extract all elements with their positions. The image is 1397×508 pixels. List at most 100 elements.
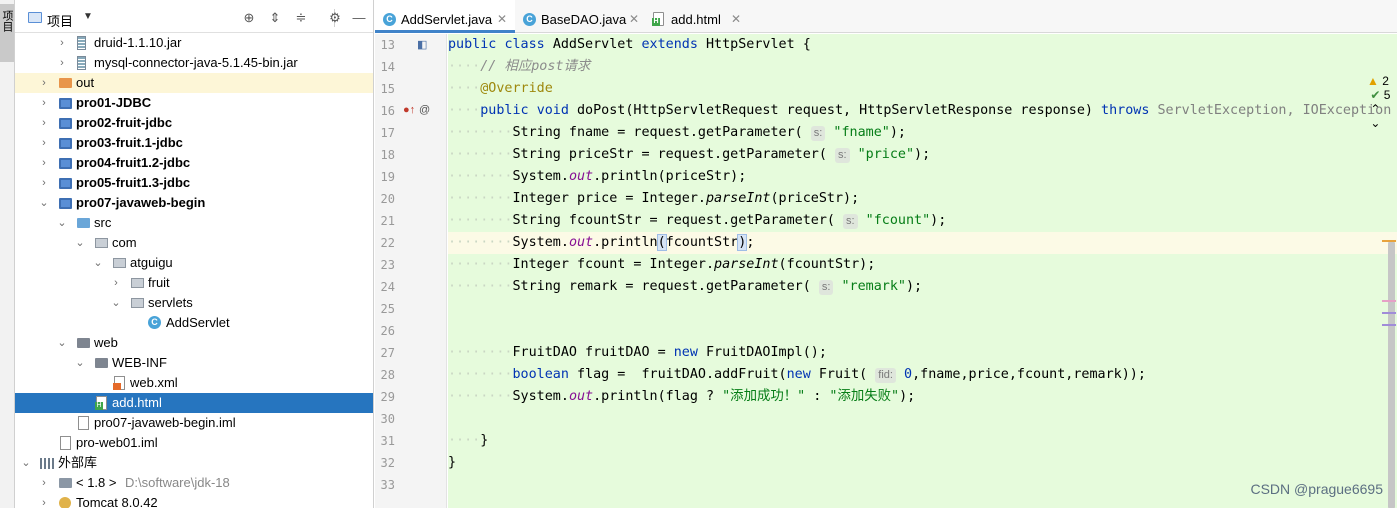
- code-static-field: out: [568, 235, 594, 250]
- code-token: throws: [1101, 103, 1150, 118]
- tree-item-tomcat[interactable]: › Tomcat 8.0.42: [15, 493, 373, 508]
- code-line-27: ········FruitDAO fruitDAO = new FruitDAO…: [448, 345, 827, 360]
- code-token: boolean: [512, 367, 569, 382]
- line-number: 15: [380, 82, 395, 96]
- tree-item-web[interactable]: ⌄ web: [15, 333, 373, 353]
- tree-item-label: mysql-connector-java-5.1.45-bin.jar: [94, 55, 298, 70]
- tree-item-pro01[interactable]: › pro01-JDBC: [15, 93, 373, 113]
- tree-item-atguigu[interactable]: ⌄ atguigu: [15, 253, 373, 273]
- tree-item-external-libraries[interactable]: ⌄ 外部库: [15, 453, 373, 473]
- project-view-selector[interactable]: 项目: [47, 11, 73, 30]
- tree-item-out[interactable]: › out: [15, 73, 373, 93]
- error-stripe-marker[interactable]: [1382, 324, 1396, 326]
- tree-item-mysql-jar[interactable]: › mysql-connector-java-5.1.45-bin.jar: [15, 53, 373, 73]
- implemented-gutter-icon[interactable]: ◧: [417, 38, 427, 51]
- code-line-32: }: [448, 452, 1397, 474]
- tree-item-add-html[interactable]: add.html: [15, 393, 373, 413]
- line-number: 24: [380, 280, 395, 294]
- code-line-17: ········String fname = request.getParame…: [448, 125, 906, 141]
- tree-item-label: com: [112, 235, 137, 250]
- chevron-right-icon[interactable]: ›: [38, 73, 50, 93]
- error-stripe-marker[interactable]: [1382, 240, 1396, 242]
- chevron-down-icon[interactable]: ⌄: [74, 233, 86, 253]
- chevron-right-icon[interactable]: ›: [56, 33, 68, 53]
- chevron-right-icon[interactable]: ›: [38, 473, 50, 493]
- code-token: String remark = request.getParameter(: [512, 279, 811, 294]
- collapse-all-icon[interactable]: ≑: [293, 10, 309, 26]
- code-token: (priceStr);: [770, 191, 860, 206]
- chevron-right-icon[interactable]: ›: [110, 273, 122, 293]
- tree-item-addservlet[interactable]: C AddServlet: [15, 313, 373, 333]
- tab-add-html[interactable]: add.html ✕: [645, 0, 755, 33]
- code-line-21: ········String fcountStr = request.getPa…: [448, 213, 947, 229]
- line-number: 33: [380, 478, 395, 492]
- tree-item-pro-web01-iml[interactable]: pro-web01.iml: [15, 433, 373, 453]
- chevron-down-icon[interactable]: ⌄: [56, 213, 68, 233]
- error-stripe-marker[interactable]: [1382, 312, 1396, 314]
- chevron-down-icon[interactable]: ⌄: [74, 353, 86, 373]
- override-up-arrow-icon[interactable]: ●↑: [403, 104, 415, 116]
- chevron-right-icon[interactable]: ›: [38, 133, 50, 153]
- locate-icon[interactable]: ⊕: [241, 10, 257, 26]
- tree-item-pro07-iml[interactable]: pro07-javaweb-begin.iml: [15, 413, 373, 433]
- tab-addservlet-java[interactable]: C AddServlet.java ✕: [375, 0, 515, 33]
- tree-item-label: Tomcat 8.0.42: [76, 495, 158, 508]
- jar-icon: [77, 56, 86, 70]
- tree-item-label: out: [76, 75, 95, 90]
- chevron-down-icon[interactable]: ⌄: [20, 453, 32, 473]
- line-number: 19: [380, 170, 395, 184]
- tab-label: add.html: [671, 12, 721, 27]
- code-token: {: [802, 37, 811, 52]
- tree-item-web-inf[interactable]: ⌄ WEB-INF: [15, 353, 373, 373]
- package-icon: [95, 238, 108, 248]
- editor-scrollbar[interactable]: [1382, 34, 1397, 508]
- tree-item-label: web: [94, 335, 118, 350]
- chevron-down-icon[interactable]: ⌄: [56, 333, 68, 353]
- tree-item-pro04[interactable]: › pro04-fruit1.2-jdbc: [15, 153, 373, 173]
- tree-item-com[interactable]: ⌄ com: [15, 233, 373, 253]
- chevron-right-icon[interactable]: ›: [38, 493, 50, 508]
- chevron-down-icon[interactable]: ⌄: [110, 293, 122, 313]
- chevron-right-icon[interactable]: ›: [38, 173, 50, 193]
- chevron-right-icon[interactable]: ›: [38, 93, 50, 113]
- chevron-down-icon[interactable]: ▼: [83, 11, 93, 22]
- tree-item-servlets[interactable]: ⌄ servlets: [15, 293, 373, 313]
- error-stripe-marker[interactable]: [1382, 300, 1396, 302]
- code-paren-match: (: [656, 234, 667, 251]
- project-tool-button[interactable]: 项目: [0, 4, 14, 62]
- tree-item-src[interactable]: ⌄ src: [15, 213, 373, 233]
- chevron-down-icon[interactable]: ⌄: [92, 253, 104, 273]
- gear-icon[interactable]: ⚙: [327, 10, 343, 26]
- line-number-gutter: 13 14 15 16 17 18 19 20 21 22 23 24 25 2…: [375, 34, 447, 508]
- chevron-down-icon[interactable]: ⌄: [1370, 116, 1380, 130]
- tree-item-druid-jar[interactable]: › druid-1.1.10.jar: [15, 33, 373, 53]
- code-token: ;: [746, 235, 755, 250]
- tree-item-fruit[interactable]: › fruit: [15, 273, 373, 293]
- module-icon: [59, 118, 72, 129]
- expand-all-icon[interactable]: ⇕: [267, 10, 283, 26]
- tree-item-web-xml[interactable]: web.xml: [15, 373, 373, 393]
- chevron-right-icon[interactable]: ›: [38, 153, 50, 173]
- line-number: 26: [380, 324, 395, 338]
- line-number: 31: [380, 434, 395, 448]
- code-line-20: ········Integer price = Integer.parseInt…: [448, 191, 860, 206]
- code-token: String fname = request.getParameter(: [512, 125, 803, 140]
- code-editor[interactable]: public class AddServlet extends HttpServ…: [448, 34, 1397, 508]
- tree-item-jdk[interactable]: › < 1.8 > D:\software\jdk-18: [15, 473, 373, 493]
- tree-item-pro02[interactable]: › pro02-fruit-jdbc: [15, 113, 373, 133]
- chevron-down-icon[interactable]: ⌄: [38, 193, 50, 213]
- tree-item-pro05[interactable]: › pro05-fruit1.3-jdbc: [15, 173, 373, 193]
- iml-file-icon: [60, 436, 71, 450]
- minimize-icon[interactable]: —: [351, 10, 367, 26]
- chevron-right-icon[interactable]: ›: [38, 113, 50, 133]
- ide-window: 项目 项目 ▼ ⊕ ⇕ ≑ ⚙ — › druid-1.1.10.jar › m…: [0, 0, 1397, 508]
- scrollbar-thumb[interactable]: [1388, 240, 1395, 508]
- annotation-at-icon[interactable]: @: [419, 104, 430, 116]
- chevron-up-icon[interactable]: ⌃: [1370, 102, 1380, 116]
- tree-item-pro03[interactable]: › pro03-fruit.1-jdbc: [15, 133, 373, 153]
- parameter-hint: s:: [818, 280, 834, 295]
- tree-item-pro07[interactable]: ⌄ pro07-javaweb-begin: [15, 193, 373, 213]
- tab-basedao-java[interactable]: C BaseDAO.java ✕: [515, 0, 645, 33]
- chevron-right-icon[interactable]: ›: [56, 53, 68, 73]
- code-token: Fruit(: [818, 367, 868, 382]
